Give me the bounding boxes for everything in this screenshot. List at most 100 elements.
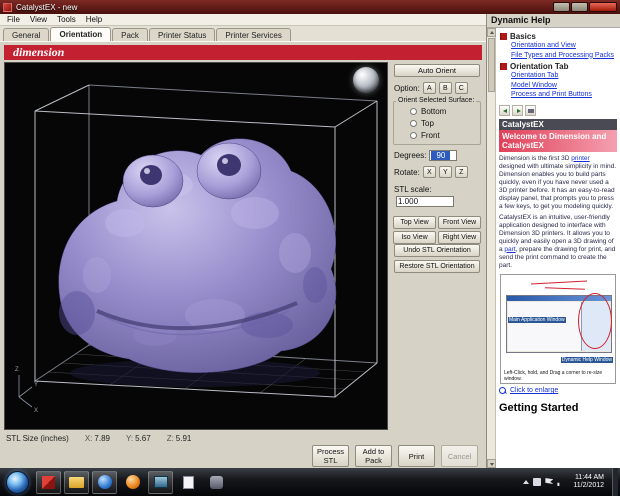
tab-printer-services[interactable]: Printer Services — [216, 28, 291, 41]
stl-scale-input[interactable]: 1.000 — [396, 196, 454, 207]
help-section-orientation-tab: Orientation Tab — [499, 62, 617, 71]
tab-printer-status[interactable]: Printer Status — [148, 28, 216, 41]
taskbar-explorer-icon[interactable] — [64, 470, 89, 494]
bottom-radio[interactable] — [410, 108, 417, 115]
link-orientation-and-view[interactable]: Orientation and View — [511, 42, 617, 51]
rotate-label: Rotate: — [394, 167, 420, 177]
help-content: Basics Orientation and View File Types a… — [496, 28, 620, 468]
book-icon — [499, 33, 507, 40]
axis-z-label: Z — [15, 367, 19, 373]
tab-strip: General Orientation Pack Printer Status … — [0, 26, 486, 42]
show-desktop-button[interactable] — [612, 468, 618, 496]
help-forward-icon[interactable] — [512, 104, 523, 116]
radio-row-bottom[interactable]: Bottom — [394, 107, 480, 116]
screen: CatalystEX - new File View Tools Help Ge… — [0, 0, 620, 496]
tray-network-icon[interactable] — [557, 482, 560, 486]
mini-main-area — [508, 301, 582, 351]
help-back-icon[interactable] — [499, 104, 510, 116]
rotate-z-button[interactable]: Z — [454, 166, 468, 178]
degrees-input[interactable]: 90 — [429, 150, 458, 161]
tray-expand-icon[interactable] — [523, 480, 530, 484]
undo-stl-orientation-button[interactable]: Undo STL Orientation — [394, 244, 480, 257]
scroll-up-arrow[interactable] — [486, 28, 496, 37]
option-b-button[interactable]: B — [438, 82, 452, 94]
tab-pack[interactable]: Pack — [112, 28, 148, 41]
cancel-button: Cancel — [441, 445, 478, 467]
print-button[interactable]: Print — [398, 445, 435, 467]
link-model-window[interactable]: Model Window — [511, 82, 617, 91]
minimize-button[interactable] — [553, 2, 570, 12]
magnifier-icon — [499, 386, 507, 395]
help-print-icon[interactable] — [525, 104, 536, 116]
catalystex-window: CatalystEX - new File View Tools Help Ge… — [0, 0, 620, 468]
taskbar-media-icon[interactable] — [120, 471, 145, 494]
restore-stl-orientation-button[interactable]: Restore STL Orientation — [394, 260, 480, 273]
model-viewport[interactable]: Z Y X — [4, 62, 388, 430]
help-paragraph-2: CatalystEX is an intuitive, user-friendl… — [499, 213, 616, 269]
window-title: CatalystEX - new — [16, 2, 78, 12]
auto-orient-button[interactable]: Auto Orient — [394, 64, 480, 77]
tray-status-icon[interactable] — [533, 478, 542, 486]
system-tray: 11:44 AM 11/2/2012 — [523, 468, 618, 496]
red-oval-annotation — [578, 292, 612, 349]
option-a-button[interactable]: A — [422, 82, 436, 94]
dynamic-help-panel: Dynamic Help Basics Orientation and View… — [486, 14, 620, 468]
click-to-enlarge-link[interactable]: Click to enlarge — [510, 387, 558, 394]
getting-started-heading: Getting Started — [499, 401, 579, 414]
link-process-print-buttons[interactable]: Process and Print Buttons — [511, 91, 617, 100]
rotate-y-button[interactable]: Y — [438, 166, 452, 178]
close-button[interactable] — [589, 2, 617, 12]
top-radio[interactable] — [410, 120, 417, 127]
title-bar[interactable]: CatalystEX - new — [0, 0, 620, 14]
degrees-label: Degrees: — [394, 151, 427, 160]
help-section-basics: Basics — [499, 32, 617, 41]
taskbar-catalystex-icon[interactable] — [36, 470, 61, 494]
help-paragraph-1: Dimension is the first 3D printer design… — [499, 154, 617, 210]
taskbar-clock[interactable]: 11:44 AM 11/2/2012 — [573, 474, 604, 490]
taskbar-document-icon[interactable] — [176, 471, 201, 494]
rotate-x-button[interactable]: X — [422, 166, 436, 178]
view-rotation-orb[interactable] — [353, 67, 379, 93]
dynamic-help-title: Dynamic Help — [487, 14, 620, 28]
process-stl-button[interactable]: Process STL — [312, 445, 349, 467]
menu-file[interactable]: File — [2, 15, 25, 24]
thumb-label-help: Dynamic Help Window — [560, 356, 613, 363]
menu-help[interactable]: Help — [81, 15, 107, 24]
add-to-pack-button[interactable]: Add to Pack — [355, 445, 392, 467]
stl-size-y: Y: 5.67 — [125, 434, 151, 443]
help-screenshot-thumbnail[interactable]: Main Application Window Dynamic Help Win… — [500, 273, 616, 384]
top-view-button[interactable]: Top View — [393, 216, 436, 229]
book-icon — [499, 63, 507, 70]
taskbar-browser-icon[interactable] — [92, 470, 117, 494]
taskbar-settings-icon[interactable] — [204, 471, 229, 494]
radio-row-front[interactable]: Front — [394, 131, 480, 140]
taskbar-app-window-icon[interactable] — [148, 470, 173, 494]
option-c-button[interactable]: C — [454, 82, 468, 94]
menu-view[interactable]: View — [25, 15, 52, 24]
printer-link[interactable]: printer — [571, 155, 589, 162]
radio-row-top[interactable]: Top — [394, 119, 480, 128]
help-scrollbar[interactable] — [486, 28, 496, 468]
stl-model[interactable] — [58, 138, 337, 373]
start-button[interactable] — [6, 470, 29, 494]
menu-bar: File View Tools Help — [0, 14, 486, 26]
tab-general[interactable]: General — [3, 28, 50, 41]
right-view-button[interactable]: Right View — [438, 231, 481, 244]
maximize-button[interactable] — [571, 2, 588, 12]
link-orientation-tab[interactable]: Orientation Tab — [511, 72, 617, 81]
front-radio[interactable] — [410, 132, 417, 139]
clock-date: 11/2/2012 — [573, 482, 604, 489]
view-buttons: Top View Front View Iso View Right View — [392, 216, 482, 244]
scroll-down-arrow[interactable] — [486, 459, 496, 468]
tab-orientation[interactable]: Orientation — [50, 27, 112, 41]
stl-size-x: X: 7.89 — [84, 434, 110, 443]
clock-time: 11:44 AM — [574, 474, 604, 481]
scroll-thumb[interactable] — [487, 38, 495, 92]
front-view-button[interactable]: Front View — [438, 216, 481, 229]
link-file-types[interactable]: File Types and Processing Packs — [511, 52, 617, 61]
option-label: Option: — [394, 83, 420, 93]
part-link[interactable]: part — [504, 246, 515, 253]
tray-action-center-icon[interactable] — [545, 478, 554, 486]
menu-tools[interactable]: Tools — [52, 15, 81, 24]
iso-view-button[interactable]: Iso View — [393, 231, 436, 244]
